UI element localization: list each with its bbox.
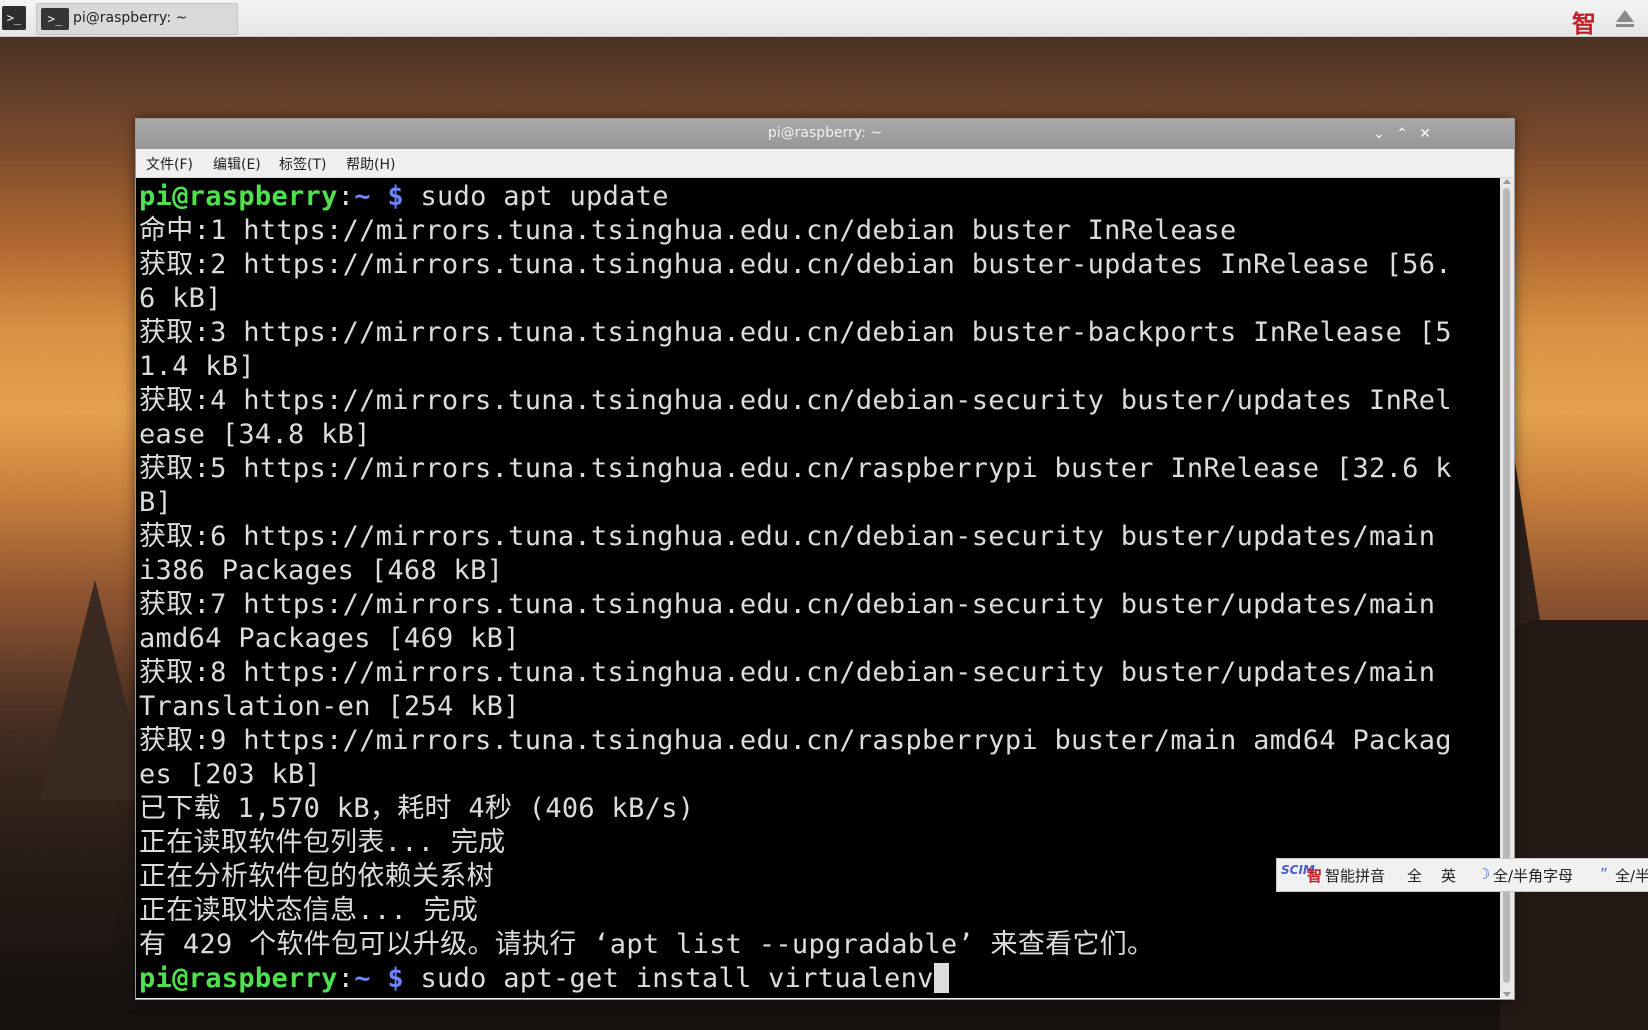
output-line: 有 429 个软件包可以升级。请执行 ‘apt list --upgradabl…: [139, 929, 1155, 960]
prompt-path: ~ $: [354, 963, 404, 994]
output-line: 正在读取软件包列表... 完成: [139, 827, 506, 858]
menu-tabs[interactable]: 标签(T): [279, 154, 326, 174]
ime-tray-icon[interactable]: 智: [1572, 4, 1596, 39]
terminal-icon: >_: [41, 8, 69, 30]
command-text: sudo apt update: [403, 181, 669, 212]
wallpaper-trees: [1500, 620, 1648, 1030]
eject-icon-bar: [1616, 24, 1634, 27]
output-line: 1.4 kB]: [139, 351, 255, 382]
output-line: 正在分析软件包的依赖关系树: [139, 861, 494, 892]
prompt-path: ~ $: [354, 181, 404, 212]
output-line: 获取:8 https://mirrors.tuna.tsinghua.edu.c…: [139, 657, 1436, 688]
taskbar-task-label: pi@raspberry: ~: [73, 10, 188, 26]
minimize-button[interactable]: ⌄: [1368, 123, 1390, 145]
window-title: pi@raspberry: ~: [767, 125, 883, 141]
output-line: ease [34.8 kB]: [139, 419, 371, 450]
ime-mode-button[interactable]: 智能拼音: [1325, 865, 1385, 886]
terminal-icon[interactable]: >_: [2, 6, 26, 30]
output-line: i386 Packages [468 kB]: [139, 555, 504, 586]
punct-icon: ”: [1600, 865, 1608, 883]
ime-width-button[interactable]: 全/半角字母: [1493, 865, 1573, 886]
ime-toolbar: SCIM 智 智能拼音 全 英 ☽ 全/半角字母 ” 全/半: [1276, 858, 1648, 892]
window-titlebar[interactable]: pi@raspberry: ~ ⌄ ⌃ ✕: [136, 119, 1514, 149]
output-line: 获取:3 https://mirrors.tuna.tsinghua.edu.c…: [139, 317, 1452, 348]
output-line: 6 kB]: [139, 283, 222, 314]
output-line: 正在读取状态信息... 完成: [139, 895, 479, 926]
ime-english-button[interactable]: 英: [1441, 865, 1456, 886]
output-line: 获取:2 https://mirrors.tuna.tsinghua.edu.c…: [139, 249, 1452, 280]
taskbar-task-terminal[interactable]: >_ pi@raspberry: ~: [36, 3, 238, 35]
taskbar: >_ >_ pi@raspberry: ~ 智: [0, 0, 1648, 39]
menu-edit[interactable]: 编辑(E): [213, 154, 261, 174]
ime-punct-button[interactable]: 全/半: [1615, 865, 1648, 886]
ime-zhi-icon: 智: [1307, 867, 1323, 885]
menubar: 文件(F) 编辑(E) 标签(T) 帮助(H): [136, 149, 1514, 178]
prompt-colon: :: [337, 963, 355, 994]
eject-icon[interactable]: [1616, 10, 1634, 22]
text-cursor: [933, 963, 949, 993]
scroll-up-icon[interactable]: [1503, 179, 1511, 184]
maximize-button[interactable]: ⌃: [1391, 123, 1413, 145]
command-input-text[interactable]: sudo apt-get install virtualenv: [404, 963, 934, 994]
prompt-line: pi@raspberry:~ $ sudo apt-get install vi…: [139, 962, 949, 996]
wallpaper-stupa-left: [40, 580, 150, 800]
output-line: B]: [139, 487, 173, 518]
prompt-user: pi@raspberry: [139, 181, 338, 212]
close-button[interactable]: ✕: [1414, 123, 1436, 145]
output-line: 获取:7 https://mirrors.tuna.tsinghua.edu.c…: [139, 589, 1436, 620]
output-line: es [203 kB]: [139, 759, 322, 790]
output-line: 获取:6 https://mirrors.tuna.tsinghua.edu.c…: [139, 521, 1436, 552]
scroll-down-icon[interactable]: [1503, 992, 1511, 997]
output-line: amd64 Packages [469 kB]: [139, 623, 520, 654]
prompt-line: pi@raspberry:~ $ sudo apt update: [139, 180, 669, 214]
prompt-colon: :: [337, 181, 355, 212]
output-line: 获取:9 https://mirrors.tuna.tsinghua.edu.c…: [139, 725, 1452, 756]
output-line: 已下载 1,570 kB，耗时 4秒 (406 kB/s): [139, 793, 695, 824]
output-line: Translation-en [254 kB]: [139, 691, 520, 722]
menu-file[interactable]: 文件(F): [146, 154, 193, 174]
output-line: 命中:1 https://mirrors.tuna.tsinghua.edu.c…: [139, 215, 1237, 246]
output-line: 获取:5 https://mirrors.tuna.tsinghua.edu.c…: [139, 453, 1452, 484]
output-line: 获取:4 https://mirrors.tuna.tsinghua.edu.c…: [139, 385, 1452, 416]
moon-icon: ☽: [1477, 865, 1491, 883]
ime-full-button[interactable]: 全: [1407, 865, 1422, 886]
prompt-user: pi@raspberry: [139, 963, 338, 994]
menu-help[interactable]: 帮助(H): [346, 154, 395, 174]
